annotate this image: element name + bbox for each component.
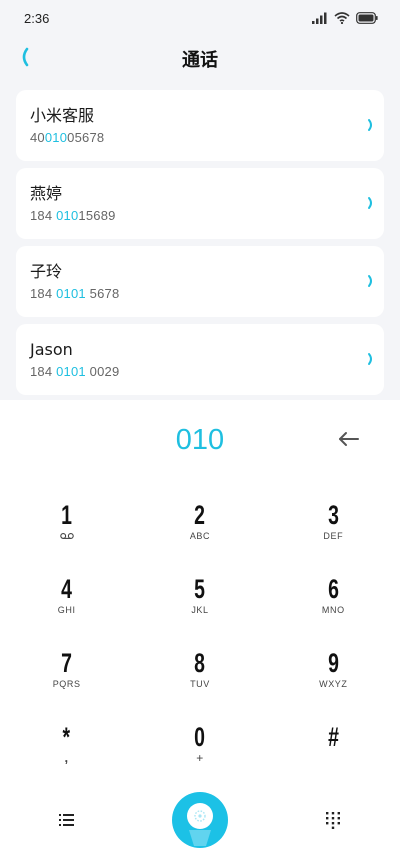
key-9[interactable]: 9 WXYZ — [267, 644, 400, 718]
chevron-right-icon — [366, 195, 376, 211]
chevron-left-icon — [19, 47, 29, 71]
wifi-icon — [334, 12, 350, 24]
contact-name: 燕婷 — [30, 184, 63, 203]
status-icons — [312, 12, 378, 24]
chevron-right-icon — [366, 351, 376, 367]
contact-number: 184 01015689 — [30, 208, 116, 223]
number-match-highlight: 0101 — [56, 286, 86, 301]
contact-item[interactable]: 子玲 184 0101 5678 — [16, 246, 384, 317]
contact-name: Jason — [30, 340, 73, 359]
status-time: 2:36 — [24, 10, 50, 26]
key-2[interactable]: 2 ABC — [133, 496, 266, 570]
contact-name: 子玲 — [30, 262, 63, 281]
call-button[interactable] — [172, 792, 228, 848]
header: 通话 — [0, 38, 400, 80]
number-match-highlight: 0101 — [56, 364, 86, 379]
key-6[interactable]: 6 MNO — [267, 570, 400, 644]
key-0[interactable]: 0 + — [133, 718, 266, 792]
contact-number: 184 0101 0029 — [30, 364, 120, 379]
contact-item[interactable]: 燕婷 184 01015689 — [16, 168, 384, 239]
contact-name: 小米客服 — [30, 106, 95, 125]
keypad: 1 2 ABC 3 DEF 4 GHI 5 JKL 6 MNO 7 PQRS 8… — [0, 496, 400, 792]
list-menu-icon[interactable] — [57, 812, 77, 828]
status-bar: 2:36 — [0, 0, 400, 36]
contact-list: 小米客服 4001005678 燕婷 184 01015689 子玲 184 0… — [16, 90, 384, 402]
back-button[interactable] — [10, 44, 38, 74]
contact-number: 4001005678 — [30, 130, 105, 145]
chevron-right-icon — [366, 273, 376, 289]
key-8[interactable]: 8 TUV — [133, 644, 266, 718]
contact-item[interactable]: Jason 184 0101 0029 — [16, 324, 384, 395]
key-hash[interactable]: # — [267, 718, 400, 792]
key-7[interactable]: 7 PQRS — [0, 644, 133, 718]
backspace-arrow-icon[interactable] — [336, 426, 362, 452]
contact-item[interactable]: 小米客服 4001005678 — [16, 90, 384, 161]
phone-call-icon — [172, 790, 228, 850]
battery-icon — [356, 12, 378, 24]
key-3[interactable]: 3 DEF — [267, 496, 400, 570]
key-4[interactable]: 4 GHI — [0, 570, 133, 644]
contact-number: 184 0101 5678 — [30, 286, 120, 301]
number-match-highlight: 010 — [56, 208, 79, 223]
signal-icon — [312, 12, 328, 24]
dialer-panel: 010 1 2 ABC 3 DEF 4 GHI 5 JKL 6 MNO 7 PQ… — [0, 400, 400, 866]
key-star[interactable]: * , — [0, 718, 133, 792]
dialpad-icon[interactable] — [323, 810, 343, 830]
page-title: 通话 — [182, 50, 218, 71]
key-5[interactable]: 5 JKL — [133, 570, 266, 644]
chevron-right-icon — [366, 117, 376, 133]
number-match-highlight: 010 — [44, 130, 68, 145]
key-1[interactable]: 1 — [0, 496, 133, 570]
dialer-bottom-bar — [0, 786, 400, 856]
voicemail-icon — [59, 530, 74, 542]
